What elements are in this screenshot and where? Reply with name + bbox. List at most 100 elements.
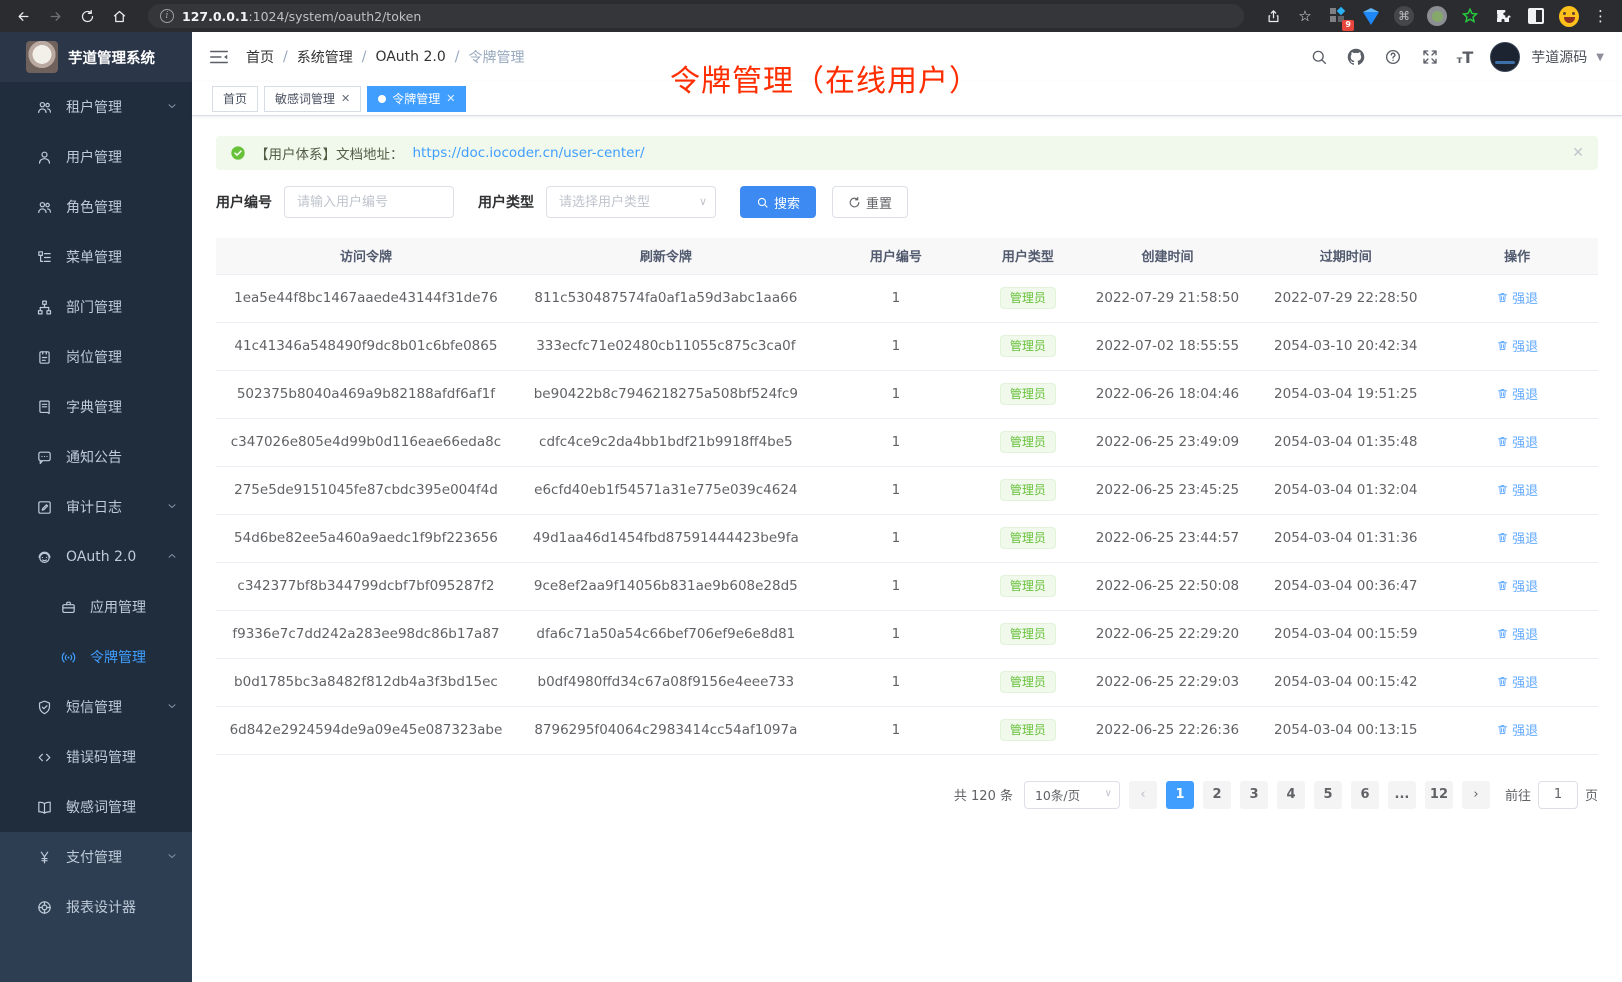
header-username[interactable]: 芋道源码 [1531, 47, 1587, 67]
tab-close-icon[interactable]: ✕ [341, 92, 350, 105]
refresh-token-cell: cdfc4ce9c2da4bb1bdf21b9918ff4be5 [516, 418, 816, 466]
table-row: 502375b8040a469a9b82188afdf6af1fbe90422b… [216, 370, 1598, 418]
tab-close-icon[interactable]: ✕ [446, 92, 455, 105]
address-bar[interactable]: i 127.0.0.1:1024/system/oauth2/token [148, 4, 1244, 28]
sidebar-item-dept[interactable]: 部门管理 [0, 282, 192, 332]
active-tab-dot [378, 95, 386, 103]
sidebar-item-menu[interactable]: 菜单管理 [0, 232, 192, 282]
app-logo[interactable]: 芋道管理系统 [0, 32, 192, 82]
font-size-icon[interactable]: тT [1457, 48, 1474, 67]
sidebar-item-oauth2-app[interactable]: 应用管理 [0, 582, 192, 632]
sidebar-item-user[interactable]: 用户管理 [0, 132, 192, 182]
browser-back-icon[interactable] [10, 3, 36, 29]
tab-home[interactable]: 首页 [212, 86, 258, 112]
tab-sensitive-word[interactable]: 敏感词管理✕ [264, 86, 361, 112]
next-page-button[interactable]: › [1462, 781, 1490, 809]
breadcrumb-item[interactable]: OAuth 2.0 [375, 49, 445, 65]
user-avatar[interactable] [1490, 42, 1520, 72]
column-header: 创建时间 [1080, 238, 1256, 274]
force-logout-button[interactable]: 强退 [1496, 720, 1538, 739]
reset-button[interactable]: 重置 [832, 186, 908, 218]
user-type-cell: 管理员 [976, 706, 1080, 754]
sidebar-item-sensitive-word[interactable]: 敏感词管理 [0, 782, 192, 832]
page-button-5[interactable]: 5 [1314, 781, 1342, 809]
extension-gem-icon[interactable] [1361, 6, 1381, 26]
fullscreen-icon[interactable] [1420, 47, 1440, 67]
force-logout-button[interactable]: 强退 [1496, 432, 1538, 451]
extension-grid-icon[interactable]: 9 [1328, 6, 1348, 26]
page-button-4[interactable]: 4 [1277, 781, 1305, 809]
admin-tag: 管理员 [1000, 671, 1056, 693]
github-icon[interactable] [1346, 47, 1366, 67]
bookmark-star-icon[interactable]: ☆ [1292, 3, 1318, 29]
breadcrumb-item[interactable]: 系统管理 [297, 47, 353, 67]
table-row: 6d842e2924594de9a09e45e087323abe8796295f… [216, 706, 1598, 754]
refresh-token-cell: 811c530487574fa0af1a59d3abc1aa66 [516, 274, 816, 322]
page-button-1[interactable]: 1 [1166, 781, 1194, 809]
alert-doc-link[interactable]: https://doc.iocoder.cn/user-center/ [413, 145, 645, 161]
page-ellipsis[interactable]: ... [1388, 781, 1416, 809]
page-button-2[interactable]: 2 [1203, 781, 1231, 809]
site-info-icon[interactable]: i [160, 9, 174, 23]
sidebar-item-audit-log[interactable]: 审计日志 [0, 482, 192, 532]
token-table: 访问令牌刷新令牌用户编号用户类型创建时间过期时间操作 1ea5e44f8bc14… [216, 238, 1598, 755]
user-menu-caret-icon[interactable]: ▼ [1596, 52, 1604, 63]
browser-home-icon[interactable] [106, 3, 132, 29]
page-button-12[interactable]: 12 [1425, 781, 1453, 809]
search-button[interactable]: 搜索 [740, 186, 816, 218]
browser-reload-icon[interactable] [74, 3, 100, 29]
page-button-3[interactable]: 3 [1240, 781, 1268, 809]
chevron-down-icon [166, 500, 178, 515]
extension-record-icon[interactable] [1427, 6, 1447, 26]
sidebar-item-dict[interactable]: 字典管理 [0, 382, 192, 432]
user-type-select[interactable] [546, 186, 716, 218]
force-logout-button[interactable]: 强退 [1496, 336, 1538, 355]
breadcrumb-item[interactable]: 首页 [246, 47, 274, 67]
help-icon[interactable] [1383, 47, 1403, 67]
sidebar-item-notice[interactable]: 通知公告 [0, 432, 192, 482]
page-button-6[interactable]: 6 [1351, 781, 1379, 809]
sidebar-item-error-code[interactable]: 错误码管理 [0, 732, 192, 782]
user-id-input[interactable] [284, 186, 454, 218]
profile-emoji-icon[interactable] [1559, 6, 1579, 26]
force-logout-button[interactable]: 强退 [1496, 528, 1538, 547]
sidebar-item-tenant[interactable]: 租户管理 [0, 82, 192, 132]
browser-forward-icon[interactable] [42, 3, 68, 29]
force-logout-button[interactable]: 强退 [1496, 288, 1538, 307]
extension-command-icon[interactable]: ⌘ [1394, 6, 1414, 26]
collapse-sidebar-icon[interactable] [208, 46, 230, 68]
user-id-cell: 1 [816, 658, 976, 706]
robot-icon [36, 549, 53, 566]
refresh-token-cell: 49d1aa46d1454fbd87591444423be9fa [516, 514, 816, 562]
expire-time-cell: 2054-03-04 01:32:04 [1255, 466, 1436, 514]
org-tree-icon [36, 299, 53, 316]
sidebar-item-oauth2-token[interactable]: 令牌管理 [0, 632, 192, 682]
extension-puzzle-icon[interactable] [1493, 6, 1513, 26]
refresh-token-cell: dfa6c71a50a54c66bef706ef9e6e8d81 [516, 610, 816, 658]
force-logout-button[interactable]: 强退 [1496, 384, 1538, 403]
sidebar-item-report-designer[interactable]: 报表设计器 [0, 882, 192, 932]
sidebar-item-oauth2[interactable]: OAuth 2.0 [0, 532, 192, 582]
force-logout-button[interactable]: 强退 [1496, 672, 1538, 691]
search-icon[interactable] [1309, 47, 1329, 67]
extension-star-icon[interactable] [1460, 6, 1480, 26]
admin-tag: 管理员 [1000, 575, 1056, 597]
share-icon[interactable] [1260, 3, 1286, 29]
force-logout-button[interactable]: 强退 [1496, 576, 1538, 595]
user-id-cell: 1 [816, 514, 976, 562]
prev-page-button[interactable]: ‹ [1129, 781, 1157, 809]
refresh-token-cell: e6cfd40eb1f54571a31e775e039c4624 [516, 466, 816, 514]
force-logout-button[interactable]: 强退 [1496, 480, 1538, 499]
extension-splitview-icon[interactable] [1526, 6, 1546, 26]
admin-tag: 管理员 [1000, 335, 1056, 357]
alert-close-icon[interactable]: ✕ [1572, 145, 1584, 161]
force-logout-button[interactable]: 强退 [1496, 624, 1538, 643]
users-icon [36, 199, 53, 216]
tab-token[interactable]: 令牌管理✕ [367, 86, 466, 112]
goto-page-input[interactable] [1538, 781, 1578, 809]
sidebar-item-role[interactable]: 角色管理 [0, 182, 192, 232]
sidebar-item-post[interactable]: 岗位管理 [0, 332, 192, 382]
browser-menu-icon[interactable]: ⋮ [1589, 7, 1612, 25]
sidebar-item-pay[interactable]: 支付管理 [0, 832, 192, 882]
sidebar-item-sms[interactable]: 短信管理 [0, 682, 192, 732]
